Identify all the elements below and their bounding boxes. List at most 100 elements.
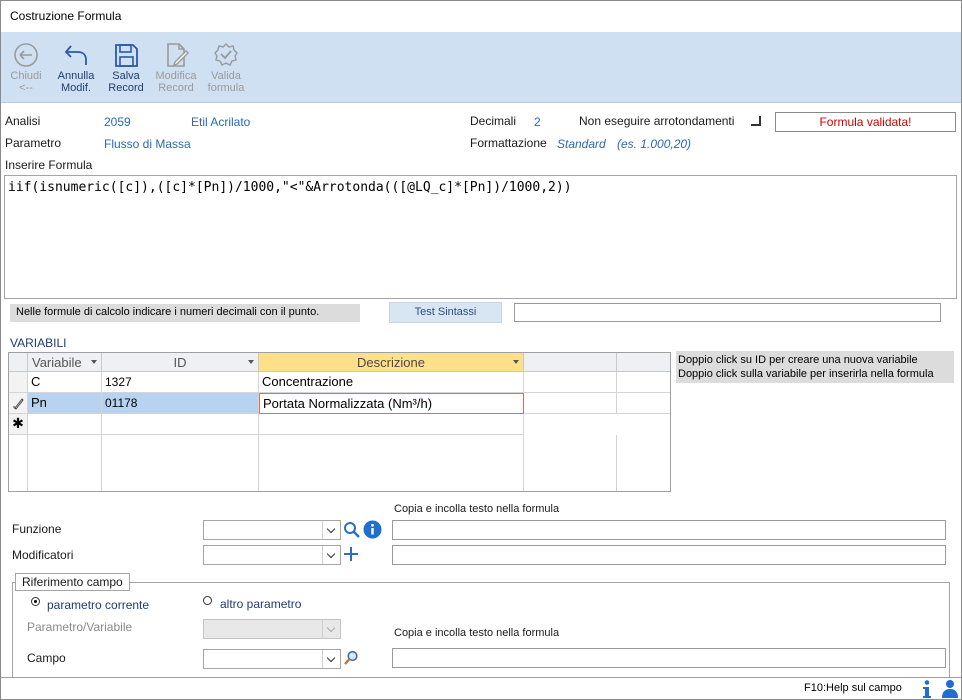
- cell-descrizione[interactable]: Concentrazione: [259, 372, 524, 393]
- radio-parametro-corrente[interactable]: [31, 597, 40, 606]
- cell-empty[interactable]: [259, 414, 524, 435]
- variables-hint: Doppio click su ID per creare una nuova …: [676, 351, 954, 383]
- variables-grid[interactable]: Variabile ID Descrizione C 1327 Concentr…: [8, 352, 671, 492]
- salva-label: Salva: [112, 70, 140, 82]
- cell-descrizione-editing[interactable]: Portata Normalizzata (Nm³/h): [259, 393, 524, 414]
- chiudi-label: Chiudi: [10, 70, 42, 82]
- info-icon[interactable]: [363, 520, 382, 539]
- plus-icon[interactable]: [343, 546, 359, 562]
- column-header-descrizione[interactable]: Descrizione: [259, 353, 524, 372]
- new-row-asterisk-icon[interactable]: ✱: [9, 414, 28, 435]
- formula-label: Inserire Formula: [5, 158, 93, 172]
- chevron-down-icon[interactable]: [322, 620, 340, 638]
- status-bar: F10:Help sul campo: [1, 677, 961, 699]
- cell-empty: [524, 372, 617, 393]
- analisi-id: 2059: [104, 115, 131, 129]
- analisi-label: Analisi: [5, 114, 41, 128]
- modificatori-label: Modificatori: [12, 548, 74, 562]
- no-round-label: Non eseguire arrotondamenti: [579, 114, 735, 128]
- no-round-checkbox[interactable]: [751, 116, 761, 126]
- column-header-variabile-label: Variabile: [32, 355, 82, 370]
- formattazione-example: (es. 1.000,20): [617, 137, 692, 151]
- annulla-label: Annulla: [57, 70, 95, 82]
- magnifier-icon[interactable]: [343, 650, 359, 666]
- valida-label: Valida: [211, 70, 241, 82]
- grid-line: [258, 435, 259, 491]
- radio-altro-parametro[interactable]: [203, 596, 212, 605]
- test-syntax-button[interactable]: Test Sintassi: [389, 302, 502, 323]
- chevron-down-icon[interactable]: [322, 650, 340, 668]
- row-selector[interactable]: [9, 372, 28, 393]
- cell-empty: [524, 393, 617, 414]
- formattazione-label: Formattazione: [470, 136, 547, 150]
- hint-line-2: Doppio click sulla variabile per inserir…: [678, 368, 934, 380]
- sort-arrow-icon: [513, 360, 519, 364]
- info-i-icon[interactable]: [920, 679, 934, 699]
- modificatori-combo[interactable]: [203, 545, 341, 565]
- param-var-label: Parametro/Variabile: [27, 620, 133, 634]
- search-icon[interactable]: [343, 521, 360, 538]
- variabili-label: VARIABILI: [10, 336, 67, 350]
- analisi-name: Etil Acrilato: [191, 115, 251, 129]
- help-hint: F10:Help sul campo: [804, 682, 902, 694]
- cell-empty[interactable]: [28, 414, 102, 435]
- chevron-down-icon[interactable]: [322, 546, 340, 564]
- cell-variabile[interactable]: Pn: [28, 393, 102, 414]
- cell-id[interactable]: 1327: [102, 372, 259, 393]
- pencil-icon: [13, 398, 24, 410]
- decimal-note: Nelle formule di calcolo indicare i nume…: [10, 304, 360, 322]
- formattazione-value[interactable]: Standard: [557, 137, 606, 151]
- radio-altro-parametro-label[interactable]: altro parametro: [220, 597, 301, 611]
- cell-empty: [617, 372, 670, 393]
- sort-arrow-icon: [91, 360, 97, 364]
- save-icon: [115, 44, 138, 67]
- grid-corner: [9, 353, 28, 372]
- hint-line-1: Doppio click su ID per creare una nuova …: [678, 354, 918, 366]
- column-header-id[interactable]: ID: [102, 353, 259, 372]
- back-arrow-icon: [14, 43, 38, 67]
- valida-label-2: formula: [207, 82, 245, 94]
- valida-button[interactable]: Valida formula: [203, 42, 249, 94]
- test-result-field[interactable]: [514, 303, 941, 322]
- funzione-text-field[interactable]: [392, 520, 946, 540]
- row-selector[interactable]: [9, 393, 28, 414]
- modificatori-text-field[interactable]: [392, 545, 946, 565]
- chevron-down-icon[interactable]: [322, 521, 340, 539]
- cell-id[interactable]: 01178: [102, 393, 259, 414]
- user-icon[interactable]: [941, 679, 959, 699]
- riferimento-title: Riferimento campo: [15, 573, 130, 591]
- undo-icon: [64, 45, 87, 65]
- salva-button[interactable]: Salva Record: [103, 42, 149, 94]
- campo-text-field[interactable]: [392, 648, 946, 668]
- modifica-label: Modifica: [155, 70, 197, 82]
- status-badge: Formula validata!: [775, 112, 956, 132]
- title-bar: Costruzione Formula: [0, 0, 962, 32]
- decimali-value[interactable]: 2: [534, 115, 541, 129]
- chiudi-label-2: <--: [19, 82, 33, 94]
- salva-label-2: Record: [108, 82, 144, 94]
- parametro-label: Parametro: [5, 136, 62, 150]
- edit-document-icon: [167, 43, 189, 67]
- sort-arrow-icon: [248, 360, 254, 364]
- copy-paste-label: Copia e incolla testo nella formula: [394, 503, 560, 515]
- chiudi-button[interactable]: Chiudi <--: [3, 42, 49, 94]
- cell-empty[interactable]: [102, 414, 259, 435]
- column-header-variabile[interactable]: Variabile: [28, 353, 102, 372]
- annulla-button[interactable]: Annulla Modif.: [53, 42, 99, 94]
- funzione-combo[interactable]: [203, 520, 341, 540]
- campo-label: Campo: [27, 651, 66, 665]
- campo-combo[interactable]: [203, 649, 341, 669]
- cell-variabile[interactable]: C: [28, 372, 102, 393]
- formula-textarea[interactable]: iif(isnumeric([c]),([c]*[Pn])/1000,"<"&A…: [4, 175, 957, 299]
- column-header-descrizione-label: Descrizione: [357, 355, 425, 370]
- radio-parametro-corrente-label[interactable]: parametro corrente: [47, 598, 149, 612]
- modifica-label-2: Record: [158, 82, 194, 94]
- param-var-combo[interactable]: [203, 619, 341, 639]
- grid-line: [101, 435, 102, 491]
- annulla-label-2: Modif.: [61, 82, 91, 94]
- funzione-label: Funzione: [12, 522, 62, 536]
- decimali-label: Decimali: [470, 114, 517, 128]
- validate-badge-icon: [214, 43, 238, 66]
- parametro-value: Flusso di Massa: [104, 137, 191, 151]
- modifica-button[interactable]: Modifica Record: [153, 42, 199, 94]
